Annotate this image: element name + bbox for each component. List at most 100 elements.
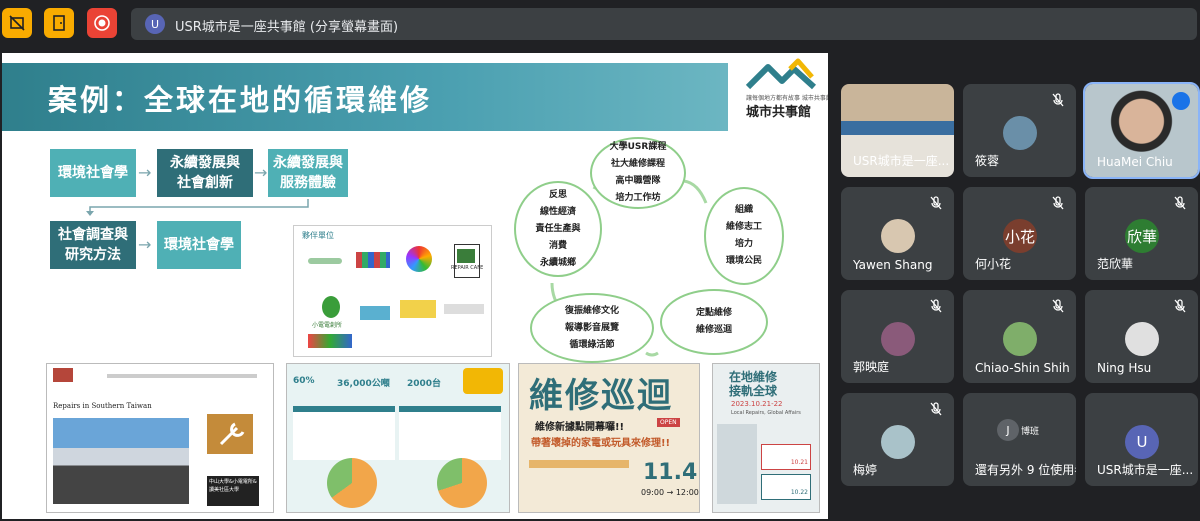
flow-box-4: 社會調查與 研究方法	[50, 221, 136, 269]
wrench-poster	[207, 414, 253, 454]
thumbnail-statistics: 60% 36,000公噸 2000台	[286, 363, 510, 513]
stat-3: 2000台	[407, 379, 442, 389]
flow-box-2: 永續發展與 社會創新	[157, 149, 253, 197]
speaking-indicator-icon	[1172, 92, 1190, 110]
mic-off-icon	[1172, 298, 1188, 314]
participant-tile[interactable]: 郭映庭	[841, 290, 954, 383]
participant-tile[interactable]: Ning Hsu	[1085, 290, 1198, 383]
participant-tile[interactable]: U USR城市是一座...	[1085, 393, 1198, 486]
cycle-node-reflect: 反思 線性經濟 責任生產與 消費 永續城鄉	[514, 181, 602, 277]
cycle-node-culture: 復振維修文化 報導影音展覽 循環綠活節	[530, 293, 654, 363]
arrow-right-icon: →	[138, 235, 152, 254]
participant-tile[interactable]: 筱蓉	[963, 84, 1076, 177]
mic-off-icon	[928, 195, 944, 211]
presentation-title-bar[interactable]: U USR城市是一座共事館 (分享螢幕畫面)	[131, 8, 1197, 40]
participant-tile[interactable]: J 博班還有另外 9 位使用者	[963, 393, 1076, 486]
partners-header: 夥伴單位	[302, 231, 334, 240]
wrench-icon	[219, 422, 245, 446]
mountain-logo-icon	[745, 58, 817, 90]
record-button[interactable]	[87, 8, 117, 38]
stat-2: 36,000公噸	[337, 379, 390, 389]
poster-title: 在地維修 接軌全球	[729, 370, 778, 398]
mic-off-icon	[1050, 298, 1066, 314]
slide-title-banner: 案例：全球在地的循環維修	[2, 63, 728, 131]
participant-tile[interactable]: USR城市是一座...	[841, 84, 954, 177]
pie-chart	[437, 458, 487, 508]
leave-button[interactable]	[44, 8, 74, 38]
hand-illustration	[717, 424, 757, 504]
participant-tile[interactable]: Yawen Shang	[841, 187, 954, 280]
no-camera-icon	[9, 15, 25, 31]
participant-tile[interactable]: 小花 何小花	[963, 187, 1076, 280]
partner-logo	[400, 300, 436, 318]
poster-date: 2023.10.21-22	[731, 400, 783, 408]
cycle-node-organize: 組織 維修志工 培力 環境公民	[704, 187, 784, 285]
camera-off-button[interactable]	[2, 8, 32, 38]
repair-cafe-logo: REPAIR CAFE	[451, 244, 483, 278]
avatar	[1003, 322, 1037, 356]
avatar-initials: U	[1125, 425, 1159, 459]
gs-label: 小電電創所	[312, 322, 343, 329]
avatar	[1003, 116, 1037, 150]
nav-bar	[107, 374, 257, 378]
flow-box-1: 環境社會學	[50, 149, 136, 197]
participant-name: USR城市是一座...	[1097, 463, 1194, 477]
return-arrow-icon	[86, 199, 309, 216]
participant-tile[interactable]: HuaMei Chiu	[1083, 82, 1200, 179]
mic-off-icon	[1050, 195, 1066, 211]
info-strip	[529, 460, 629, 468]
presenter-avatar: U	[145, 14, 165, 34]
avatar	[881, 425, 915, 459]
record-icon	[94, 15, 110, 31]
avatar	[881, 219, 915, 253]
partner-logo	[444, 304, 484, 314]
open-badge: OPEN	[657, 418, 680, 427]
arrow-right-icon: →	[254, 163, 268, 182]
thumbnail-local-repairs-poster: 在地維修 接軌全球 2023.10.21-22 Local Repairs, G…	[712, 363, 820, 513]
participant-name: 何小花	[975, 257, 1012, 271]
participant-name: USR城市是一座...	[853, 154, 950, 168]
participant-name: Yawen Shang	[853, 258, 933, 272]
avatar-initials: J	[997, 419, 1019, 441]
participant-name: 范欣華	[1097, 257, 1134, 271]
data-table	[293, 406, 395, 460]
arrow-right-icon: →	[138, 163, 152, 182]
avatar	[881, 322, 915, 356]
tour-title: 維修巡迴	[529, 376, 673, 416]
group-photo	[53, 418, 189, 504]
tour-line-1: 維修新據點開幕囉!!	[535, 422, 625, 433]
participant-tile[interactable]: 梅婷	[841, 393, 954, 486]
day2-card: 10.22	[761, 474, 811, 500]
mic-off-icon	[1172, 195, 1188, 211]
thumbnail-repair-tour: 維修巡迴 維修新據點開幕囉!! OPEN 帶著壞掉的家電或玩具來修理!! 11.…	[518, 363, 700, 513]
participant-name: HuaMei Chiu	[1097, 155, 1173, 169]
partner-logo	[406, 246, 432, 272]
stat-1: 60%	[293, 376, 315, 386]
site-logo	[53, 368, 73, 382]
mic-off-icon	[928, 401, 944, 417]
mic-off-icon	[1050, 92, 1066, 108]
partner-logo	[356, 252, 390, 268]
participant-name: 還有另外 9 位使用者	[975, 463, 1076, 477]
participant-tile[interactable]: Chiao-Shin Shih	[963, 290, 1076, 383]
shared-screen-slide: 案例：全球在地的循環維修 讓每個地方都有故事 城市共事館 城市共事館 環境社會學…	[2, 53, 828, 519]
participant-name: Chiao-Shin Shih	[975, 361, 1070, 375]
mic-off-icon	[928, 298, 944, 314]
poster-sub: Local Repairs, Global Affairs	[731, 410, 801, 416]
pie-chart	[327, 458, 377, 508]
cycle-node-repair: 定點維修 維修巡迴	[660, 289, 768, 355]
thumbnail-repairs-southern-taiwan: Repairs in Southern Taiwan 中山大學&小電電所&讀美社…	[46, 363, 274, 513]
meeting-title: USR城市是一座共事館 (分享螢幕畫面)	[175, 20, 399, 35]
thumb-title: Repairs in Southern Taiwan	[53, 402, 152, 410]
slide-title: 案例：全球在地的循環維修	[48, 83, 433, 117]
data-table	[399, 406, 501, 460]
green-leaf-logo	[322, 296, 340, 318]
partner-logo	[308, 334, 352, 348]
partner-logo	[360, 306, 390, 320]
partner-logo	[308, 258, 342, 264]
avatar-initials: 博班	[1019, 419, 1041, 441]
participant-name: Ning Hsu	[1097, 361, 1152, 375]
participant-tile[interactable]: 欣華 范欣華	[1085, 187, 1198, 280]
participant-name: 筱蓉	[975, 154, 1000, 168]
tour-time: 09:00 → 12:00	[641, 488, 699, 497]
